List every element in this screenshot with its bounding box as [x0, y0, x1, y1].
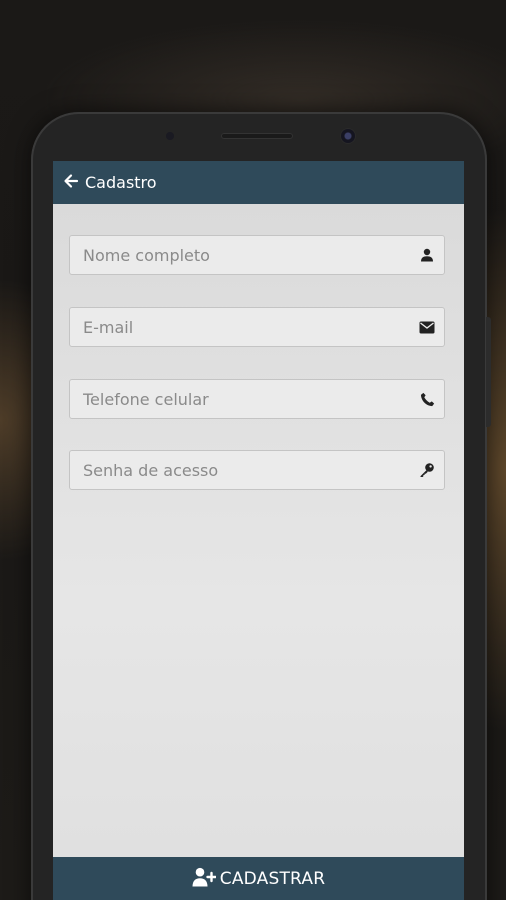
front-camera: [341, 129, 355, 143]
phone-icon: [410, 380, 444, 418]
page-title: Cadastro: [85, 173, 157, 192]
phone-input[interactable]: [70, 380, 410, 418]
email-input[interactable]: [70, 308, 410, 346]
proximity-sensor: [166, 132, 174, 140]
arrow-left-icon: [63, 173, 79, 193]
earpiece-speaker: [221, 133, 293, 139]
register-button-label: CADASTRAR: [219, 868, 326, 889]
password-field: [69, 450, 445, 490]
full-name-input[interactable]: [70, 236, 410, 274]
password-input[interactable]: [70, 451, 410, 489]
app-bar: Cadastro: [53, 161, 464, 204]
back-button[interactable]: [61, 169, 81, 197]
full-name-field: [69, 235, 445, 275]
user-icon: [410, 236, 444, 274]
app-screen: Cadastro Nome completo E-mail Telefone c…: [53, 161, 464, 900]
side-button: [486, 317, 491, 427]
email-field: [69, 307, 445, 347]
envelope-icon: [410, 308, 444, 346]
key-icon: [410, 451, 444, 489]
user-plus-icon: [192, 867, 217, 891]
register-button[interactable]: CADASTRAR: [53, 857, 464, 900]
phone-field: [69, 379, 445, 419]
